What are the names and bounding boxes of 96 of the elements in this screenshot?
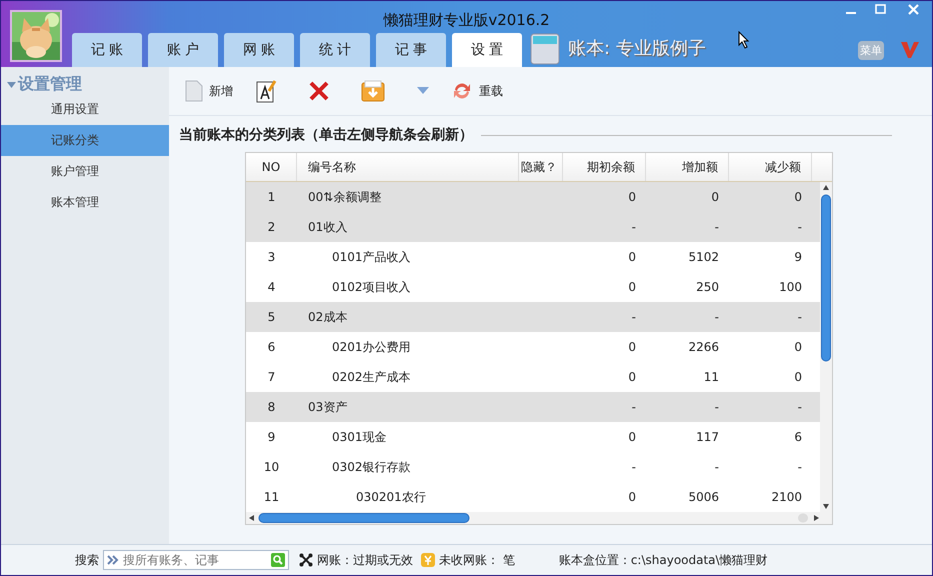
sidebar-item[interactable]: 账本管理 [1,187,169,218]
table-cell-text: 01收入 [307,218,348,236]
coin-icon [421,553,435,567]
table-cell-text: 10 [262,459,280,476]
caret-icon [7,82,16,88]
new-button[interactable]: 新增 [181,78,237,104]
table-cell-text: - [630,459,637,476]
page-icon [185,80,203,102]
table-cell-text: 3 [266,249,276,266]
delete-icon[interactable] [309,81,329,101]
table-cell-text: 5 [266,309,276,326]
table-cell-text: 9 [793,249,803,266]
table-cell-text: - [714,219,720,236]
data-location: 账本盒位置：c:\shayoodata\懒猫理财 [558,552,768,568]
column-header[interactable]: 减少额 [729,153,812,181]
table-cell-text: 9 [266,429,276,446]
table-cell-text: 0202生产成本 [331,368,412,386]
sidebar-item[interactable]: 记账分类 [1,125,169,156]
table-cell-text: 0201办公费用 [331,338,412,356]
network-icon [299,553,313,567]
table-cell-text: 6 [793,429,803,446]
table-cell-text: 117 [695,429,720,446]
table-cell-text: 0302银行存款 [331,458,412,476]
table-cell-text: 030201农行 [355,488,427,506]
table-cell-text: 6 [266,339,276,356]
table-cell-text: - [714,399,720,416]
sidebar-heading-text: 设置管理 [18,74,82,95]
table-cell-text: 02成本 [307,308,348,326]
column-header[interactable]: NO [246,153,297,181]
table-cell-text: 0101产品收入 [331,248,412,266]
table-cell-text: 0 [793,339,803,356]
tab[interactable]: 账 户 [148,33,218,67]
download-icon[interactable] [361,80,385,102]
table-cell-text: 0301现金 [331,428,388,446]
column-header[interactable]: 编号名称 [297,153,519,181]
table-cell-text: 0 [627,429,637,446]
window-title: 懒猫理财专业版v2016.2 [383,10,550,30]
table-cell-text: 0 [793,369,803,386]
table-cell-text: 2 [266,219,276,236]
column-header[interactable]: 增加额 [646,153,729,181]
table-cell-text: 5006 [687,489,720,506]
table-cell-text: 4 [266,279,276,296]
sidebar-item[interactable]: 通用设置 [1,94,169,125]
table-cell-text: - [630,399,637,416]
table-cell-text: 00⇅余额调整 [307,188,382,206]
book-title: 账本: 专业版例子 [568,37,706,60]
table-cell-text: 0 [793,189,803,206]
table-cell-text: 0102项目收入 [331,278,412,296]
chevron-icon [107,555,119,565]
reload-button[interactable]: 重载 [447,78,507,104]
table-cell-text: 8 [266,399,276,416]
uncollected-count: 未收网账： 笔 [439,552,515,568]
search-label: 搜索 [75,552,99,568]
book-icon [530,33,560,65]
sidebar-item[interactable]: 账户管理 [1,156,169,187]
table-cell-text: - [714,459,720,476]
table-cell-text: - [714,309,720,326]
table-cell-text: 11 [702,369,720,386]
search-icon[interactable] [271,553,285,567]
table-cell-text: - [796,219,803,236]
network-status: 网账：过期或无效 [317,552,413,568]
tab[interactable]: 统 计 [300,33,370,67]
table-cell-text: - [796,399,803,416]
tab[interactable]: 记 事 [376,33,446,67]
vertical-scrollbar[interactable] [820,182,832,512]
tab[interactable]: 设 置 [452,33,522,67]
table-cell-text: 11 [262,489,280,506]
table-cell-text: 7 [266,369,276,386]
horizontal-scrollbar[interactable] [246,512,832,524]
table-cell-text: 5102 [687,249,720,266]
table-cell-text: - [796,309,803,326]
table-cell-text: 2100 [770,489,803,506]
table-cell-text: 0 [710,189,720,206]
table-cell-text: - [796,459,803,476]
table-cell-text: - [630,219,637,236]
table-cell-text: 100 [778,279,803,296]
column-header[interactable]: 隐藏？ [519,153,563,181]
table-cell-text: 0 [627,279,637,296]
tab[interactable]: 网 账 [224,33,294,67]
table-cell-text: 0 [627,489,637,506]
table-cell-text: 0 [627,369,637,386]
table-cell-text: 0 [627,189,637,206]
table-cell-text: 0 [627,249,637,266]
dropdown-icon[interactable] [417,87,429,95]
table-cell-text: 250 [695,279,720,296]
table-cell-text: 1 [266,189,276,206]
tab[interactable]: 记 账 [72,33,142,67]
cursor-icon [738,31,750,49]
table-cell-text: 2266 [687,339,720,356]
section-title: 当前账本的分类列表（单击左侧导航条会刷新） [179,126,473,144]
search-field[interactable]: 搜所有账务、记事 [103,550,289,570]
column-header[interactable]: 期初余额 [563,153,646,181]
table-cell-text: - [630,309,637,326]
table-cell-text: 03资产 [307,398,348,416]
table-cell-text: 0 [627,339,637,356]
edit-icon[interactable] [255,79,277,103]
